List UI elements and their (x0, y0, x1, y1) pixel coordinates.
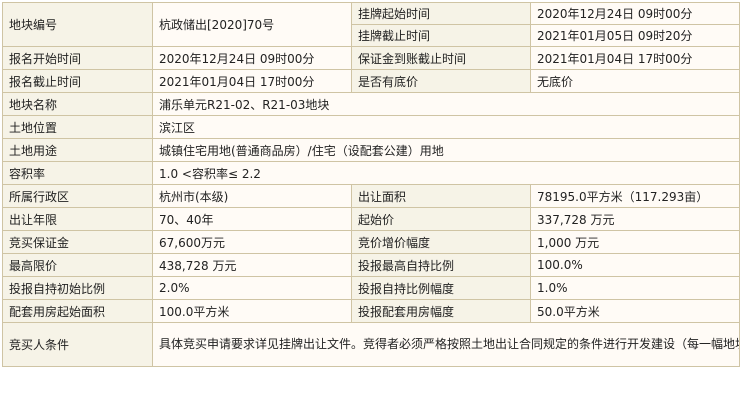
field-value: 城镇住宅用地(普通商品房）/住宅（设配套公建）用地 (152, 138, 740, 162)
table-row: 报名截止时间 2021年01月04日 17时00分 是否有底价 无底价 (2, 69, 740, 93)
table-row: 报名开始时间 2020年12月24日 09时00分 保证金到账截止时间 2021… (2, 46, 740, 70)
field-label: 报名截止时间 (2, 69, 153, 93)
field-label: 投报最高自持比例 (351, 253, 531, 277)
land-info-table: 地块编号 杭政储出[2020]70号 挂牌起始时间 2020年12月24日 09… (2, 2, 740, 367)
field-label: 投报配套用房幅度 (351, 299, 531, 323)
field-value: 1.0 <容积率≤ 2.2 (152, 161, 740, 185)
table-row: 配套用房起始面积 100.0平方米 投报配套用房幅度 50.0平方米 (2, 299, 740, 323)
field-value: 无底价 (530, 69, 740, 93)
field-label: 挂牌起始时间 (351, 2, 531, 25)
field-label: 土地用途 (2, 138, 153, 162)
table-row: 土地位置 滨江区 (2, 115, 740, 139)
table-row: 所属行政区 杭州市(本级) 出让面积 78195.0平方米（117.293亩） (2, 184, 740, 208)
field-label: 所属行政区 (2, 184, 153, 208)
table-row: 容积率 1.0 <容积率≤ 2.2 (2, 161, 740, 185)
field-label: 出让面积 (351, 184, 531, 208)
table-row: 竞买保证金 67,600万元 竞价增价幅度 1,000 万元 (2, 230, 740, 254)
field-value: 2020年12月24日 09时00分 (152, 46, 352, 70)
field-value: 78195.0平方米（117.293亩） (530, 184, 740, 208)
field-value: 2.0% (152, 276, 352, 300)
field-label: 保证金到账截止时间 (351, 46, 531, 70)
field-value: 杭政储出[2020]70号 (152, 2, 352, 47)
table-row: 地块名称 浦乐单元R21-02、R21-03地块 (2, 92, 740, 116)
field-value: 337,728 万元 (530, 207, 740, 231)
field-label: 投报自持比例幅度 (351, 276, 531, 300)
table-row: 土地用途 城镇住宅用地(普通商品房）/住宅（设配套公建）用地 (2, 138, 740, 162)
table-row: 最高限价 438,728 万元 投报最高自持比例 100.0% (2, 253, 740, 277)
field-value: 滨江区 (152, 115, 740, 139)
field-label: 报名开始时间 (2, 46, 153, 70)
field-label: 竞价增价幅度 (351, 230, 531, 254)
field-value: 100.0% (530, 253, 740, 277)
field-label: 最高限价 (2, 253, 153, 277)
field-label: 是否有底价 (351, 69, 531, 93)
field-value: 67,600万元 (152, 230, 352, 254)
field-value: 2020年12月24日 09时00分 (530, 2, 740, 25)
field-value: 1,000 万元 (530, 230, 740, 254)
field-value: 2021年01月05日 09时20分 (530, 24, 740, 47)
table-row: 竞买人条件 具体竞买申请要求详见挂牌出让文件。竞得者必须严格按照土地出让合同规定… (2, 322, 740, 367)
field-label: 土地位置 (2, 115, 153, 139)
field-label: 起始价 (351, 207, 531, 231)
field-value: 具体竞买申请要求详见挂牌出让文件。竞得者必须严格按照土地出让合同规定的条件进行开… (152, 322, 740, 367)
field-value: 杭州市(本级) (152, 184, 352, 208)
field-label: 竞买人条件 (2, 322, 153, 367)
field-label: 容积率 (2, 161, 153, 185)
field-value: 50.0平方米 (530, 299, 740, 323)
field-value: 浦乐单元R21-02、R21-03地块 (152, 92, 740, 116)
field-value: 100.0平方米 (152, 299, 352, 323)
field-value: 2021年01月04日 17时00分 (530, 46, 740, 70)
field-label: 投报自持初始比例 (2, 276, 153, 300)
field-label: 配套用房起始面积 (2, 299, 153, 323)
table-row: 出让年限 70、40年 起始价 337,728 万元 (2, 207, 740, 231)
field-value: 1.0% (530, 276, 740, 300)
field-label: 地块名称 (2, 92, 153, 116)
field-value: 438,728 万元 (152, 253, 352, 277)
table-row: 投报自持初始比例 2.0% 投报自持比例幅度 1.0% (2, 276, 740, 300)
field-value: 70、40年 (152, 207, 352, 231)
field-label: 出让年限 (2, 207, 153, 231)
table-row: 地块编号 杭政储出[2020]70号 挂牌起始时间 2020年12月24日 09… (2, 2, 740, 47)
field-value: 2021年01月04日 17时00分 (152, 69, 352, 93)
field-label: 竞买保证金 (2, 230, 153, 254)
field-label: 挂牌截止时间 (351, 24, 531, 47)
field-label: 地块编号 (2, 2, 153, 47)
